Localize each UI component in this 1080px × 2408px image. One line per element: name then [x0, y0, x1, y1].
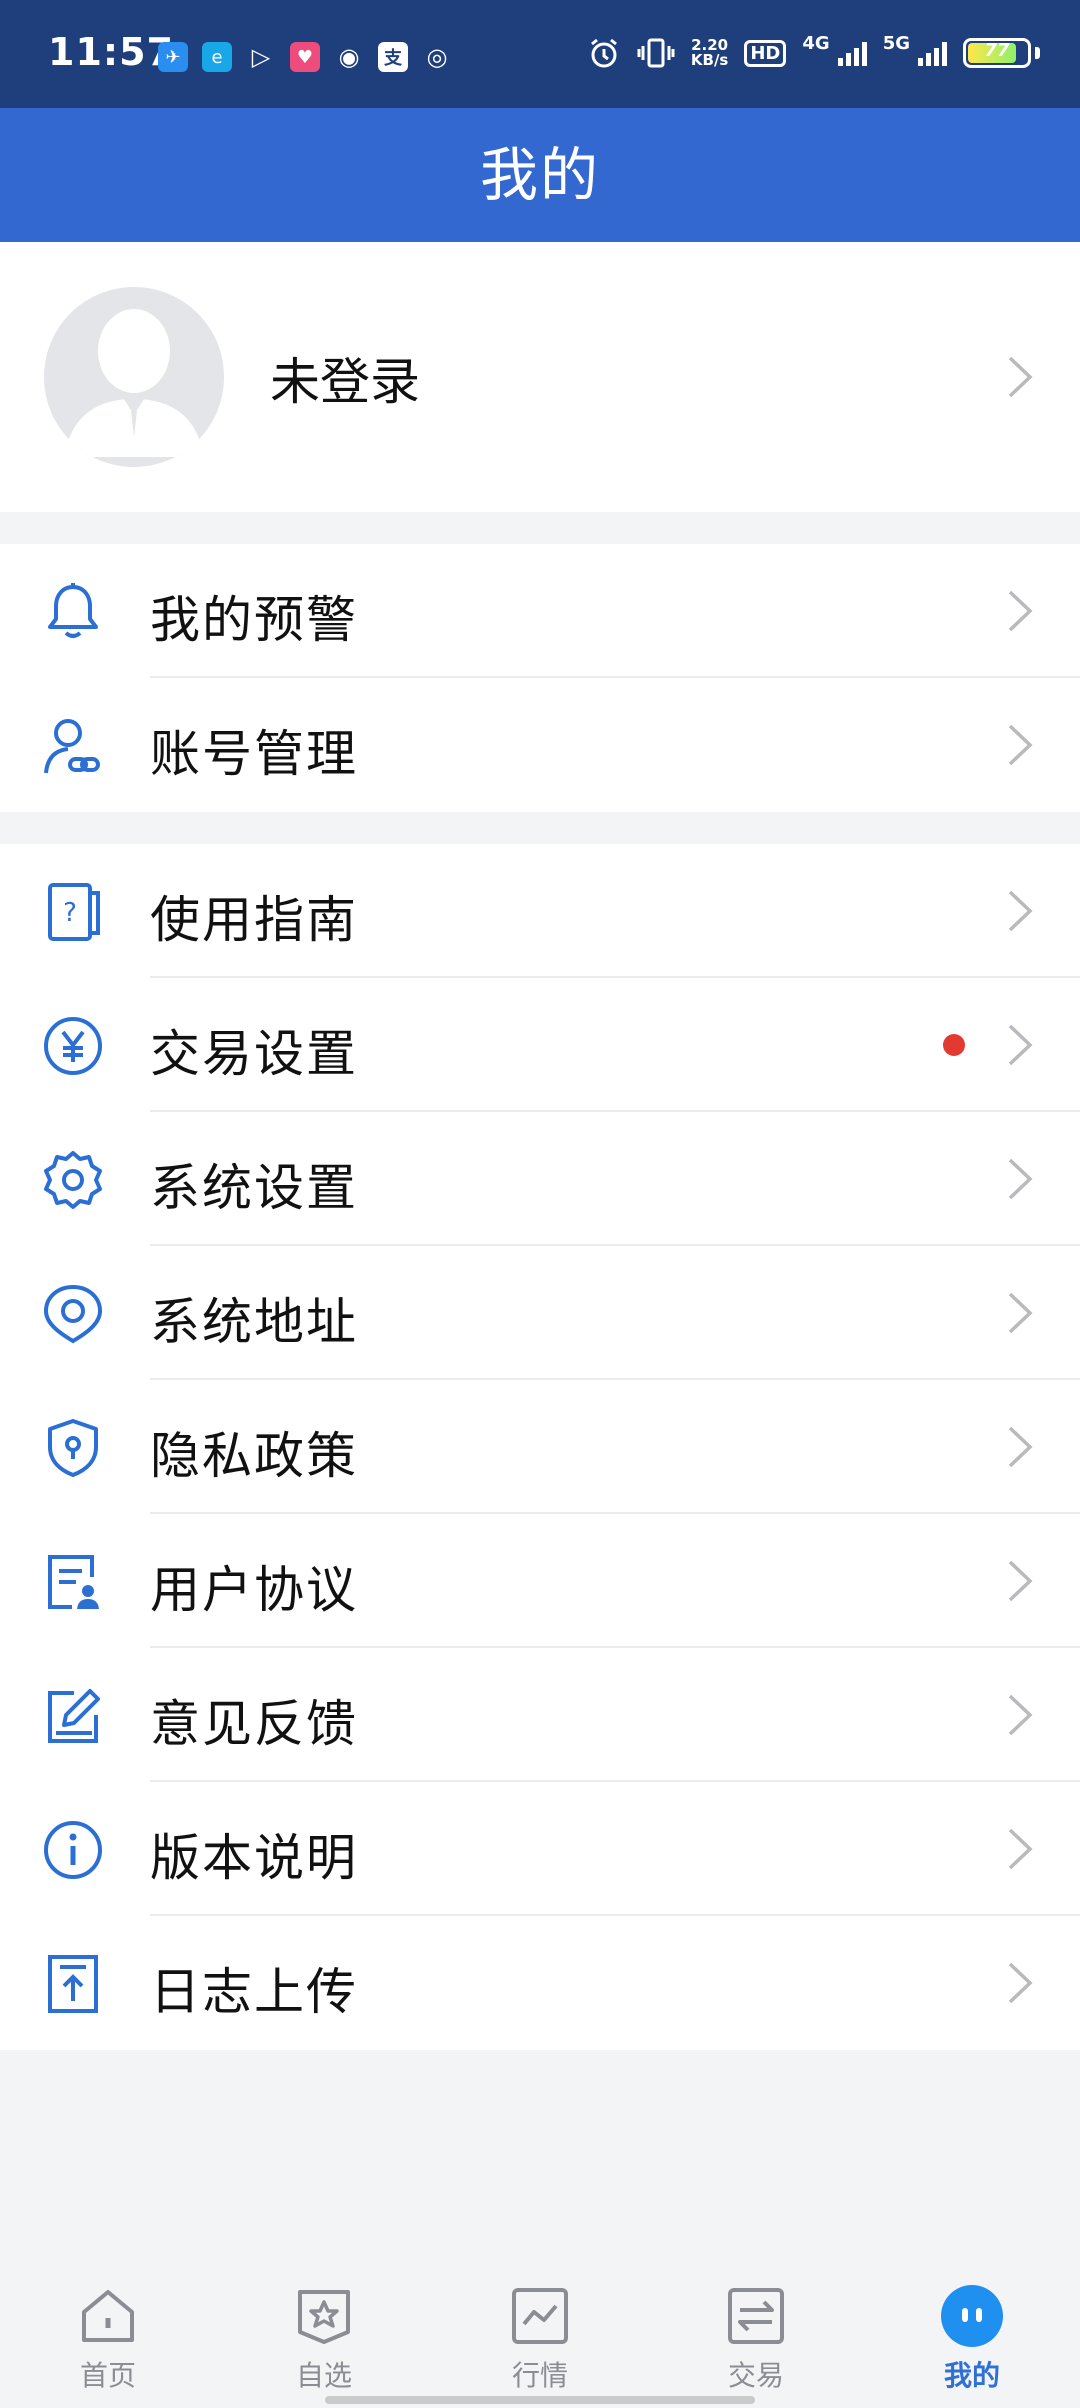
menu-item-label: 日志上传: [150, 1963, 358, 2021]
profile-row[interactable]: 未登录: [0, 242, 1080, 512]
menu-item-label: 系统设置: [150, 1159, 358, 1217]
info-icon: [44, 1821, 102, 1879]
menu-item-label: 使用指南: [150, 891, 358, 949]
guide-book-icon: ?: [48, 883, 100, 941]
home-indicator[interactable]: [325, 2396, 755, 2404]
app-notification-icon: ✈: [158, 42, 188, 72]
avatar[interactable]: [44, 287, 224, 467]
menu-item-version-notes[interactable]: 版本说明: [0, 1782, 1080, 1916]
status-bar: 11:57 ✈ e ▷ ♥ ◉ 支 ◎ 2.20 KB/s HD 4G 5G 7…: [0, 0, 1080, 108]
chevron-right-icon: [1008, 590, 1033, 632]
menu-item-account-management[interactable]: 账号管理: [0, 678, 1080, 812]
menu-item-log-upload[interactable]: 日志上传: [0, 1916, 1080, 2050]
chevron-right-icon: [1008, 356, 1033, 398]
chevron-right-icon: [1008, 1292, 1033, 1334]
menu-item-system-settings[interactable]: 系统设置: [0, 1112, 1080, 1246]
menu-item-privacy-policy[interactable]: 隐私政策: [0, 1380, 1080, 1514]
vibrate-icon: [637, 38, 675, 68]
app-notification-icon: ♥: [290, 42, 320, 72]
menu-item-label: 隐私政策: [150, 1427, 358, 1485]
tab-mine[interactable]: 我的: [912, 2284, 1032, 2394]
bell-icon: [48, 583, 98, 638]
menu-item-label: 交易设置: [150, 1025, 358, 1083]
net-4g: 4G: [802, 32, 830, 54]
chevron-right-icon: [1008, 1024, 1033, 1066]
chevron-right-icon: [1008, 1426, 1033, 1468]
status-indicators: 2.20 KB/s HD 4G 5G 77: [587, 32, 1040, 70]
app-notification-icon: e: [202, 42, 232, 72]
menu-item-system-address[interactable]: 系统地址: [0, 1246, 1080, 1380]
app-notification-icon: ◎: [426, 43, 448, 71]
tab-label: 我的: [943, 2359, 1000, 2392]
chevron-right-icon: [1008, 1962, 1033, 2004]
red-dot-badge: [943, 1034, 965, 1056]
menu-item-label: 我的预警: [150, 591, 358, 649]
page-header: 我的: [0, 108, 1080, 242]
app-notification-icon: ◉: [338, 43, 360, 71]
gear-icon: [44, 1151, 102, 1209]
exchange-icon: [728, 2288, 784, 2344]
alarm-icon: [590, 38, 617, 68]
menu-item-label: 意见反馈: [150, 1695, 358, 1753]
chevron-right-icon: [1008, 1694, 1033, 1736]
network-speed: 2.20 KB/s: [691, 38, 728, 68]
default-avatar-icon: [44, 287, 224, 467]
menu-item-feedback[interactable]: 意见反馈: [0, 1648, 1080, 1782]
star-badge-icon: [298, 2290, 350, 2344]
menu-group-alerts: 我的预警 账号管理: [0, 544, 1080, 812]
chevron-right-icon: [1008, 1158, 1033, 1200]
bottom-tab-bar: 首页 自选 行情 交易 我的: [0, 2264, 1080, 2408]
menu-item-user-agreement[interactable]: 用户协议: [0, 1514, 1080, 1648]
home-icon: [82, 2290, 134, 2342]
upload-log-icon: [48, 1955, 98, 2013]
menu-item-label: 用户协议: [150, 1561, 358, 1619]
net-5g: 5G: [882, 32, 910, 54]
hd-badge: HD: [744, 39, 787, 67]
menu-item-label: 系统地址: [150, 1293, 358, 1351]
menu-item-label: 版本说明: [150, 1829, 358, 1887]
chevron-right-icon: [1008, 1828, 1033, 1870]
agreement-doc-icon: [48, 1555, 99, 1609]
shield-lock-icon: [48, 1419, 98, 1477]
yuan-circle-icon: [44, 1017, 102, 1075]
tab-trade[interactable]: 交易: [696, 2284, 816, 2394]
tab-label: 首页: [79, 2359, 136, 2392]
svg-text:?: ?: [63, 898, 77, 928]
login-status-label: 未登录: [270, 353, 420, 411]
menu-group-settings: ? 使用指南 交易设置 系统设置 系统地址 隐私政策 用户协议 意见反馈 版本说…: [0, 844, 1080, 2050]
tab-label: 交易: [727, 2359, 784, 2392]
status-time: 11:57: [48, 30, 174, 74]
signal-bars-icon: [918, 40, 947, 66]
chevron-right-icon: [1008, 890, 1033, 932]
mine-face-icon: [941, 2285, 1003, 2347]
tab-market[interactable]: 行情: [480, 2284, 600, 2394]
chevron-right-icon: [1008, 724, 1033, 766]
chevron-right-icon: [1008, 1560, 1033, 1602]
menu-item-label: 账号管理: [150, 725, 358, 783]
page-title: 我的: [479, 141, 600, 209]
menu-item-trade-settings[interactable]: 交易设置: [0, 978, 1080, 1112]
location-icon: [43, 1284, 103, 1344]
edit-feedback-icon: [48, 1689, 100, 1743]
app-notification-icon: 支: [378, 42, 408, 72]
tab-home[interactable]: 首页: [48, 2284, 168, 2394]
tab-label: 自选: [295, 2359, 352, 2392]
menu-item-user-guide[interactable]: ? 使用指南: [0, 844, 1080, 978]
speed-unit: KB/s: [690, 51, 729, 69]
trend-chart-icon: [512, 2288, 568, 2344]
tab-watchlist[interactable]: 自选: [264, 2284, 384, 2394]
battery-icon: 77: [963, 38, 1031, 68]
account-link-icon: [44, 719, 100, 774]
tab-label: 行情: [511, 2359, 568, 2392]
notification-icons: ✈ e ▷ ♥ ◉ 支 ◎: [158, 42, 452, 72]
signal-bars-icon: [837, 40, 867, 66]
battery-level: 77: [984, 40, 1010, 61]
play-icon: ▷: [251, 43, 271, 71]
menu-item-my-alerts[interactable]: 我的预警: [0, 544, 1080, 678]
